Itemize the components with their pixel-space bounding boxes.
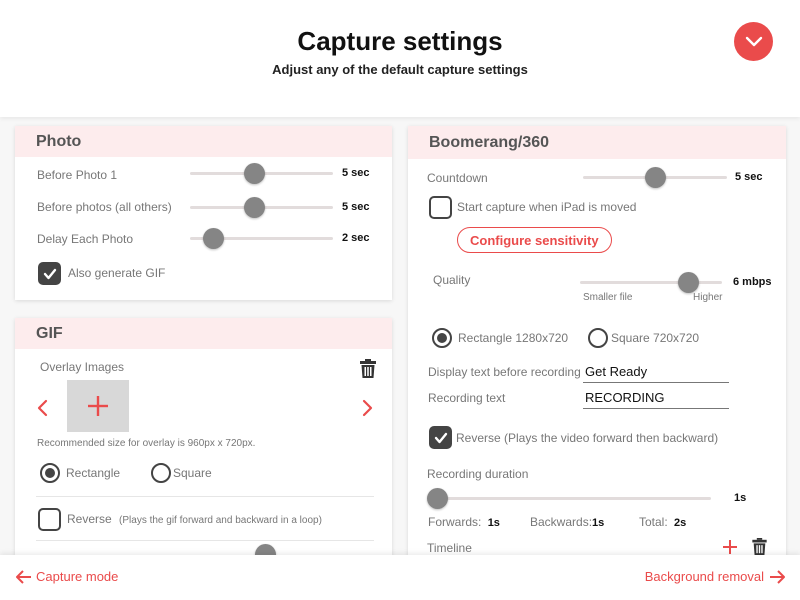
recording-text-label: Recording text	[428, 391, 506, 405]
video-reverse-label: Reverse (Plays the video forward then ba…	[456, 431, 719, 445]
slider-thumb[interactable]	[427, 488, 448, 509]
chevron-right-icon	[362, 399, 373, 417]
gif-reverse-checkbox[interactable]	[38, 508, 61, 531]
delay-each-photo-label: Delay Each Photo	[37, 232, 134, 246]
quality-label: Quality	[433, 273, 471, 287]
add-overlay-button[interactable]	[67, 380, 129, 432]
overlay-images-label: Overlay Images	[40, 360, 125, 374]
recording-duration-label: Recording duration	[427, 467, 529, 481]
page-title: Capture settings	[297, 26, 503, 56]
total-label: Total:	[639, 515, 668, 529]
quality-min-label: Smaller file	[583, 292, 633, 303]
configure-sensitivity-button[interactable]: Configure sensitivity	[457, 227, 612, 253]
start-on-move-label: Start capture when iPad is moved	[457, 200, 637, 214]
before-photos-others-slider[interactable]	[190, 197, 333, 218]
rectangle-1280-label: Rectangle 1280x720	[458, 331, 569, 345]
chevron-down-icon	[745, 36, 762, 46]
before-photo-1-slider[interactable]	[190, 163, 333, 184]
boomerang-card-title: Boomerang/360	[408, 126, 786, 159]
timeline-label: Timeline	[427, 541, 472, 555]
countdown-label: Countdown	[427, 171, 488, 185]
capture-mode-label: Capture mode	[36, 569, 119, 584]
before-photos-others-label: Before photos (all others)	[37, 200, 172, 214]
delay-each-photo-value: 2 sec	[342, 232, 370, 244]
gif-reverse-hint: (Plays the gif forward and backward in a…	[119, 515, 322, 526]
total-stat: Total: 2s	[639, 515, 686, 529]
divider	[36, 496, 374, 497]
quality-slider[interactable]	[580, 272, 722, 293]
slider-thumb[interactable]	[677, 272, 699, 293]
square-720-radio[interactable]	[588, 328, 608, 348]
start-on-move-checkbox[interactable]	[429, 196, 452, 219]
also-generate-gif-label: Also generate GIF	[68, 266, 166, 280]
trash-icon	[751, 537, 767, 555]
recording-text-input[interactable]	[583, 387, 729, 409]
backwards-value: 1s	[592, 517, 605, 529]
display-text-label: Display text before recording	[428, 365, 581, 379]
backwards-label: Backwards:	[530, 515, 593, 529]
before-photo-1-value: 5 sec	[342, 167, 370, 179]
capture-mode-link[interactable]: Capture mode	[15, 569, 118, 584]
chevron-left-icon	[37, 399, 48, 417]
page-subtitle: Adjust any of the default capture settin…	[272, 62, 528, 77]
square-720-label: Square 720x720	[611, 331, 700, 345]
plus-icon	[88, 396, 108, 416]
quality-max-label: Higher	[693, 292, 723, 303]
before-photo-1-label: Before Photo 1	[37, 168, 118, 182]
gif-card: GIF Overlay Images Recommended size for …	[15, 318, 392, 555]
header: Capture settings Adjust any of the defau…	[0, 0, 800, 117]
background-removal-link[interactable]: Background removal	[645, 569, 786, 584]
arrow-left-icon	[16, 569, 31, 584]
gif-rectangle-label: Rectangle	[66, 466, 121, 480]
backwards-stat: Backwards:1s	[530, 515, 604, 529]
checkmark-icon	[434, 432, 447, 443]
delete-overlay-button[interactable]	[359, 358, 377, 378]
recording-duration-value: 1s	[734, 492, 747, 504]
settings-content[interactable]: Photo Before Photo 1 5 sec Before photos…	[0, 117, 800, 555]
overlay-size-hint: Recommended size for overlay is 960px x …	[37, 438, 256, 449]
trash-icon	[360, 358, 376, 378]
countdown-slider[interactable]	[583, 167, 727, 188]
slider-thumb[interactable]	[202, 228, 224, 249]
collapse-button[interactable]	[734, 22, 773, 61]
forwards-value: 1s	[487, 517, 500, 529]
total-value: 2s	[674, 517, 687, 529]
arrow-right-icon	[770, 569, 785, 584]
gif-partial-slider[interactable]	[255, 544, 276, 555]
checkmark-icon	[43, 268, 56, 279]
slider-thumb[interactable]	[244, 163, 266, 184]
countdown-value: 5 sec	[735, 171, 763, 183]
quality-value: 6 mbps	[733, 276, 772, 288]
display-text-input[interactable]	[583, 361, 729, 383]
delay-each-photo-slider[interactable]	[190, 228, 333, 249]
boomerang-card: Boomerang/360 Countdown 5 sec Start capt…	[408, 126, 786, 555]
gif-square-radio[interactable]	[151, 463, 171, 483]
photo-card: Photo Before Photo 1 5 sec Before photos…	[15, 126, 392, 300]
forwards-label: Forwards:	[428, 515, 482, 529]
gif-rectangle-radio[interactable]	[40, 463, 60, 483]
background-removal-label: Background removal	[644, 569, 764, 584]
gif-card-title: GIF	[15, 318, 392, 349]
footer: Capture mode Background removal	[0, 555, 800, 600]
plus-icon	[723, 540, 737, 554]
gif-square-label: Square	[173, 466, 212, 480]
divider	[36, 540, 374, 541]
before-photos-others-value: 5 sec	[342, 201, 370, 213]
photo-card-title: Photo	[15, 126, 392, 157]
slider-thumb[interactable]	[645, 167, 666, 188]
forwards-stat: Forwards: 1s	[428, 515, 500, 529]
add-timeline-button[interactable]	[722, 539, 738, 555]
overlay-prev-button[interactable]	[35, 398, 49, 418]
recording-duration-slider[interactable]	[427, 488, 711, 509]
also-generate-gif-checkbox[interactable]	[38, 262, 61, 285]
gif-reverse-title: Reverse	[67, 512, 112, 526]
delete-timeline-button[interactable]	[751, 537, 767, 555]
video-reverse-checkbox[interactable]	[429, 426, 452, 449]
slider-thumb[interactable]	[255, 544, 276, 555]
overlay-next-button[interactable]	[361, 398, 375, 418]
gif-reverse-label: Reverse (Plays the gif forward and backw…	[67, 512, 322, 526]
rectangle-1280-radio[interactable]	[432, 328, 452, 348]
slider-thumb[interactable]	[244, 197, 266, 218]
